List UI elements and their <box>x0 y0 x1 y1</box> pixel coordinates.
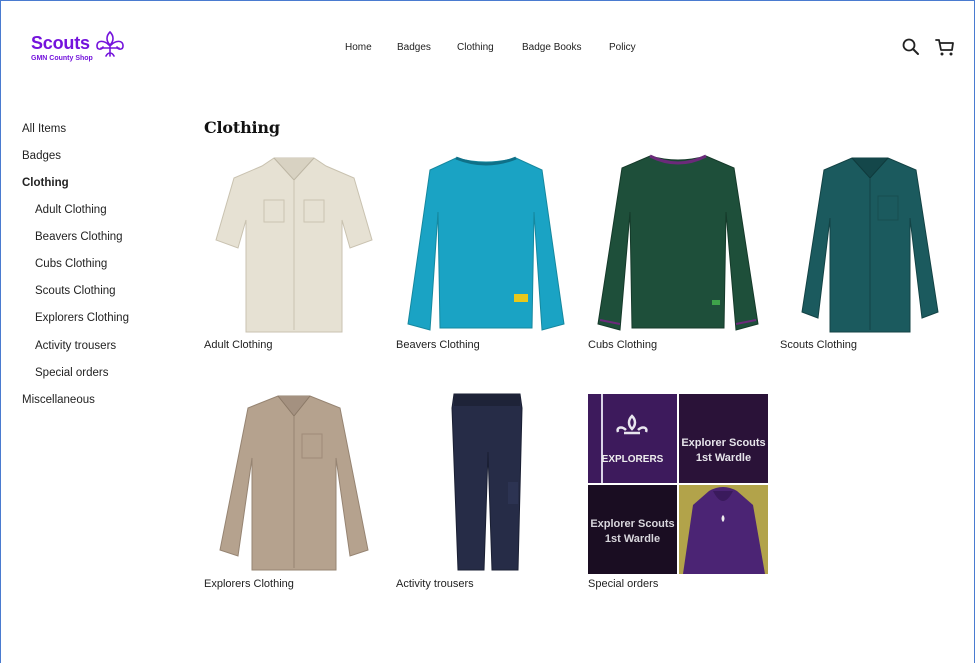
product-label[interactable]: Explorers Clothing <box>204 578 294 590</box>
sidebar-item-special-orders[interactable]: Special orders <box>35 367 109 379</box>
product-label[interactable]: Scouts Clothing <box>780 339 857 351</box>
sidebar-item-clothing[interactable]: Clothing <box>22 177 69 189</box>
beige-long-sleeve-shirt-image[interactable] <box>204 392 384 577</box>
collage-text-line1: Explorer Scouts <box>590 518 675 530</box>
sidebar-item-activity-trousers[interactable]: Activity trousers <box>35 340 116 352</box>
sidebar-item-all-items[interactable]: All Items <box>22 123 66 135</box>
sidebar-item-adult-clothing[interactable]: Adult Clothing <box>35 204 107 216</box>
collage-text-line2: 1st Wardle <box>604 533 661 545</box>
sidebar-item-explorers-clothing[interactable]: Explorers Clothing <box>35 312 129 324</box>
logo-subtitle: GMN County Shop <box>31 55 93 62</box>
beige-short-sleeve-shirt-image[interactable] <box>204 152 384 337</box>
search-icon[interactable] <box>901 37 921 57</box>
product-card-activity-trousers[interactable]: Activity trousers <box>396 392 576 597</box>
collage-tile-explorers: EXPLORERS <box>588 394 677 483</box>
collage-text-explorers: EXPLORERS <box>601 454 664 465</box>
product-label[interactable]: Cubs Clothing <box>588 339 657 351</box>
nav-item-badges[interactable]: Badges <box>397 42 431 53</box>
product-label[interactable]: Special orders <box>588 578 658 590</box>
sidebar-item-cubs-clothing[interactable]: Cubs Clothing <box>35 258 107 270</box>
sidebar-item-scouts-clothing[interactable]: Scouts Clothing <box>35 285 116 297</box>
turquoise-sweatshirt-image[interactable] <box>396 152 576 337</box>
sidebar-item-miscellaneous[interactable]: Miscellaneous <box>22 394 95 406</box>
collage-text-line2: 1st Wardle <box>695 452 752 464</box>
navy-trousers-image[interactable] <box>396 392 576 577</box>
product-label[interactable]: Beavers Clothing <box>396 339 480 351</box>
product-card-beavers-clothing[interactable]: Beavers Clothing <box>396 152 576 357</box>
sidebar-item-badges[interactable]: Badges <box>22 150 61 162</box>
product-card-scouts-clothing[interactable]: Scouts Clothing <box>780 152 960 357</box>
teal-long-sleeve-shirt-image[interactable] <box>780 152 960 337</box>
nav-item-badge-books[interactable]: Badge Books <box>522 42 582 53</box>
product-card-special-orders[interactable]: EXPLORERS Explorer Scouts 1st Wardle Exp… <box>588 394 768 597</box>
product-label[interactable]: Adult Clothing <box>204 339 273 351</box>
collage-tile-explorer-scouts-back: Explorer Scouts 1st Wardle <box>588 485 677 574</box>
nav-item-policy[interactable]: Policy <box>609 42 636 53</box>
nav-item-home[interactable]: Home <box>345 42 372 53</box>
dark-green-jumper-image[interactable] <box>588 152 768 337</box>
cart-icon[interactable] <box>934 37 954 57</box>
product-card-explorers-clothing[interactable]: Explorers Clothing <box>204 392 384 597</box>
product-label[interactable]: Activity trousers <box>396 578 474 590</box>
page-title: Clothing <box>204 118 280 137</box>
product-card-cubs-clothing[interactable]: Cubs Clothing <box>588 152 768 357</box>
main-nav: Home Badges Clothing Badge Books Policy <box>0 42 977 56</box>
collage-text-line1: Explorer Scouts <box>681 437 766 449</box>
collage-tile-explorer-scouts: Explorer Scouts 1st Wardle <box>679 394 768 483</box>
product-card-adult-clothing[interactable]: Adult Clothing <box>204 152 384 357</box>
sidebar-item-beavers-clothing[interactable]: Beavers Clothing <box>35 231 123 243</box>
collage-tile-hoodie <box>679 485 768 574</box>
purple-hoodie-collage-image[interactable]: EXPLORERS Explorer Scouts 1st Wardle Exp… <box>588 394 768 574</box>
nav-item-clothing[interactable]: Clothing <box>457 42 494 53</box>
